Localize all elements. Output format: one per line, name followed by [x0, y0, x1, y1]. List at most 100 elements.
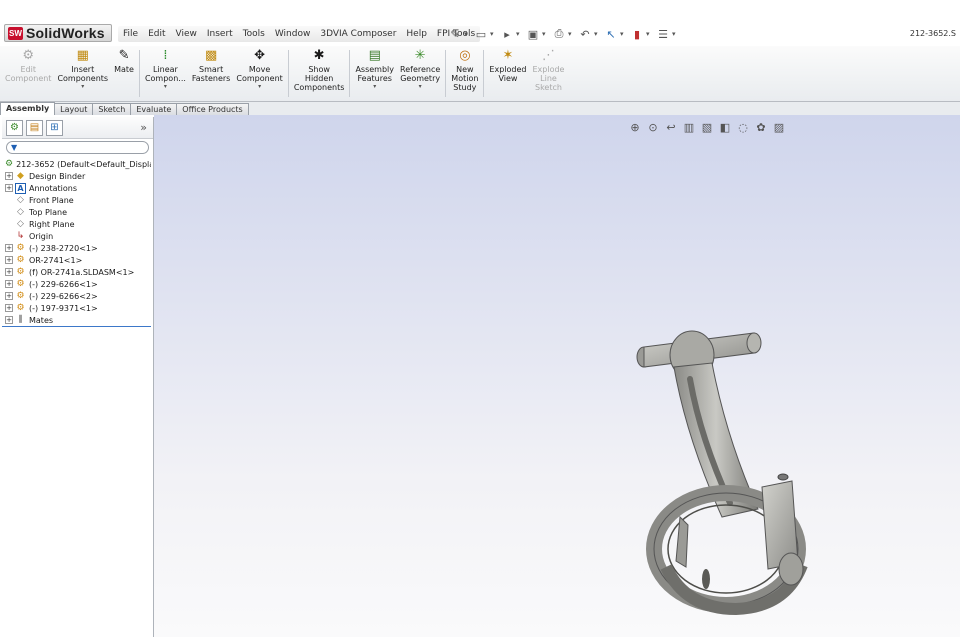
dropdown-arrow-icon[interactable]: ▾ — [646, 30, 654, 38]
tree-root-assembly[interactable]: ⚙ 212-3652 (Default<Default_Displa — [5, 158, 151, 170]
section-view-icon[interactable]: ▥ — [682, 121, 696, 134]
expand-icon[interactable]: + — [5, 280, 13, 288]
menu-help[interactable]: Help — [401, 26, 432, 42]
dropdown-arrow-icon[interactable]: ▾ — [258, 83, 261, 91]
dropdown-arrow-icon[interactable]: ▾ — [419, 83, 422, 91]
solidworks-logo[interactable]: SW SolidWorks — [4, 24, 112, 42]
dropdown-arrow-icon[interactable]: ▾ — [164, 83, 167, 91]
assembly-features-icon: ▤ — [368, 48, 381, 63]
tree-node-label: (-) 229-6266<1> — [29, 279, 98, 289]
appearance-icon[interactable]: ✿ — [754, 121, 768, 134]
rebuild-icon[interactable]: ▮ — [630, 27, 644, 41]
tree-node[interactable]: + ⚙ (-) 229-6266<2> — [5, 290, 151, 302]
reference-geometry-button[interactable]: ✳ Reference Geometry ▾ — [397, 46, 443, 101]
tree-node[interactable]: ↳ Origin — [5, 230, 151, 242]
move-component-button[interactable]: ✥ Move Component ▾ — [233, 46, 285, 101]
menu-tools[interactable]: Tools — [238, 26, 270, 42]
smart-fasteners-button[interactable]: ▩ Smart Fasteners — [189, 46, 233, 101]
feature-manager-tree-icon[interactable]: ⚙ — [6, 119, 23, 136]
menu-window[interactable]: Window — [270, 26, 316, 42]
expand-icon[interactable]: + — [5, 316, 13, 324]
open-icon[interactable]: ▸ — [500, 27, 514, 41]
tree-node[interactable]: ◇ Front Plane — [5, 194, 151, 206]
tab-sketch[interactable]: Sketch — [92, 103, 132, 115]
zoom-to-fit-icon[interactable]: ⊕ — [628, 121, 642, 134]
title-bar: SW SolidWorks File Edit View Insert Tools Win… — [0, 0, 960, 46]
expand-icon[interactable]: + — [5, 244, 13, 252]
tree-node[interactable]: + ⫼ Mates — [5, 314, 151, 326]
view-orientation-icon[interactable]: ▧ — [700, 121, 714, 134]
dropdown-arrow-icon[interactable]: ▾ — [81, 83, 84, 91]
tree-node[interactable]: + A Annotations — [5, 182, 151, 194]
exploded-view-icon: ✶ — [502, 48, 514, 63]
expand-panel-icon[interactable]: » — [140, 121, 147, 134]
dropdown-arrow-icon[interactable]: ▾ — [620, 30, 628, 38]
tree-node[interactable]: + ⚙ (f) OR-2741a.SLDASM<1> — [5, 266, 151, 278]
hide-show-icon[interactable]: ◌ — [736, 121, 750, 134]
menu-file[interactable]: File — [118, 26, 143, 42]
explode-line-sketch-button[interactable]: ⋰ Explode Line Sketch — [529, 46, 567, 101]
tree-node[interactable]: + ⚙ (-) 229-6266<1> — [5, 278, 151, 290]
menu-edit[interactable]: Edit — [143, 26, 170, 42]
tree-filter[interactable]: ▼ — [6, 141, 149, 154]
linear-compon-button[interactable]: ⁞ Linear Compon... ▾ — [142, 46, 189, 101]
expand-icon[interactable]: + — [5, 268, 13, 276]
command-label: Reference Geometry — [400, 65, 441, 83]
menu-3dvia-composer[interactable]: 3DVIA Composer — [315, 26, 401, 42]
mates-icon: ⫼ — [18, 315, 23, 325]
connecting-rod-model[interactable] — [626, 317, 856, 617]
tree-node[interactable]: + ⚙ (-) 197-9371<1> — [5, 302, 151, 314]
expand-icon[interactable]: + — [5, 256, 13, 264]
tab-evaluate[interactable]: Evaluate — [130, 103, 178, 115]
tab-layout[interactable]: Layout — [54, 103, 94, 115]
tab-assembly[interactable]: Assembly — [0, 102, 56, 115]
expand-icon[interactable]: + — [5, 172, 13, 180]
part-icon: ⚙ — [16, 255, 25, 265]
dropdown-arrow-icon[interactable]: ▾ — [594, 30, 602, 38]
dropdown-arrow-icon[interactable]: ▾ — [373, 83, 376, 91]
previous-view-icon[interactable]: ↩ — [664, 121, 678, 134]
dropdown-arrow-icon[interactable]: ▾ — [464, 30, 472, 38]
mate-button[interactable]: ✎ Mate — [111, 46, 137, 101]
scene-icon[interactable]: ▨ — [772, 121, 786, 134]
graphics-area[interactable]: ⊕ ⊙ ↩ ▥ ▧ ◧ ◌ ✿ ▨ — [154, 115, 960, 637]
insert-components-button[interactable]: ▦ Insert Components ▾ — [54, 46, 111, 101]
menu-view[interactable]: View — [171, 26, 202, 42]
tree-node[interactable]: ◇ Top Plane — [5, 206, 151, 218]
dropdown-arrow-icon[interactable]: ▾ — [568, 30, 576, 38]
print-icon[interactable]: ⎙ — [552, 27, 566, 41]
command-label: Move Component — [236, 65, 283, 83]
design-binder-icon: ◆ — [17, 171, 24, 181]
dropdown-arrow-icon[interactable]: ▾ — [672, 30, 680, 38]
dropdown-arrow-icon[interactable]: ▾ — [516, 30, 524, 38]
show-hidden-components-button[interactable]: ✱ Show Hidden Components — [291, 46, 348, 101]
zoom-area-icon[interactable]: ⊙ — [646, 121, 660, 134]
options-icon[interactable]: ☰ — [656, 27, 670, 41]
configuration-manager-icon[interactable]: ⊞ — [46, 119, 63, 136]
expand-icon[interactable]: + — [5, 184, 13, 192]
save-icon[interactable]: ▣ — [526, 27, 540, 41]
pin-icon[interactable]: ✎ — [448, 27, 462, 41]
new-icon[interactable]: ▭ — [474, 27, 488, 41]
menu-insert[interactable]: Insert — [202, 26, 238, 42]
assembly-features-button[interactable]: ▤ Assembly Features ▾ — [352, 46, 397, 101]
edit-component-button[interactable]: ⚙ Edit Component — [2, 46, 54, 101]
tree-node[interactable]: + ⚙ (-) 238-2720<1> — [5, 242, 151, 254]
command-label: Assembly Features — [355, 65, 394, 83]
expand-icon[interactable]: + — [5, 292, 13, 300]
expand-icon[interactable]: + — [5, 304, 13, 312]
tree-node[interactable]: ◇ Right Plane — [5, 218, 151, 230]
select-icon[interactable]: ↖ — [604, 27, 618, 41]
tree-node[interactable]: + ◆ Design Binder — [5, 170, 151, 182]
dropdown-arrow-icon[interactable]: ▾ — [490, 30, 498, 38]
exploded-view-button[interactable]: ✶ Exploded View — [486, 46, 529, 101]
tree-node[interactable]: + ⚙ OR-2741<1> — [5, 254, 151, 266]
tree-node-label: Right Plane — [29, 219, 75, 229]
dropdown-arrow-icon[interactable]: ▾ — [542, 30, 550, 38]
tab-office-products[interactable]: Office Products — [176, 103, 249, 115]
property-manager-icon[interactable]: ▤ — [26, 119, 43, 136]
undo-icon[interactable]: ↶ — [578, 27, 592, 41]
new-motion-study-button[interactable]: ◎ New Motion Study — [448, 46, 481, 101]
tree-node-label: Design Binder — [29, 171, 86, 181]
display-style-icon[interactable]: ◧ — [718, 121, 732, 134]
